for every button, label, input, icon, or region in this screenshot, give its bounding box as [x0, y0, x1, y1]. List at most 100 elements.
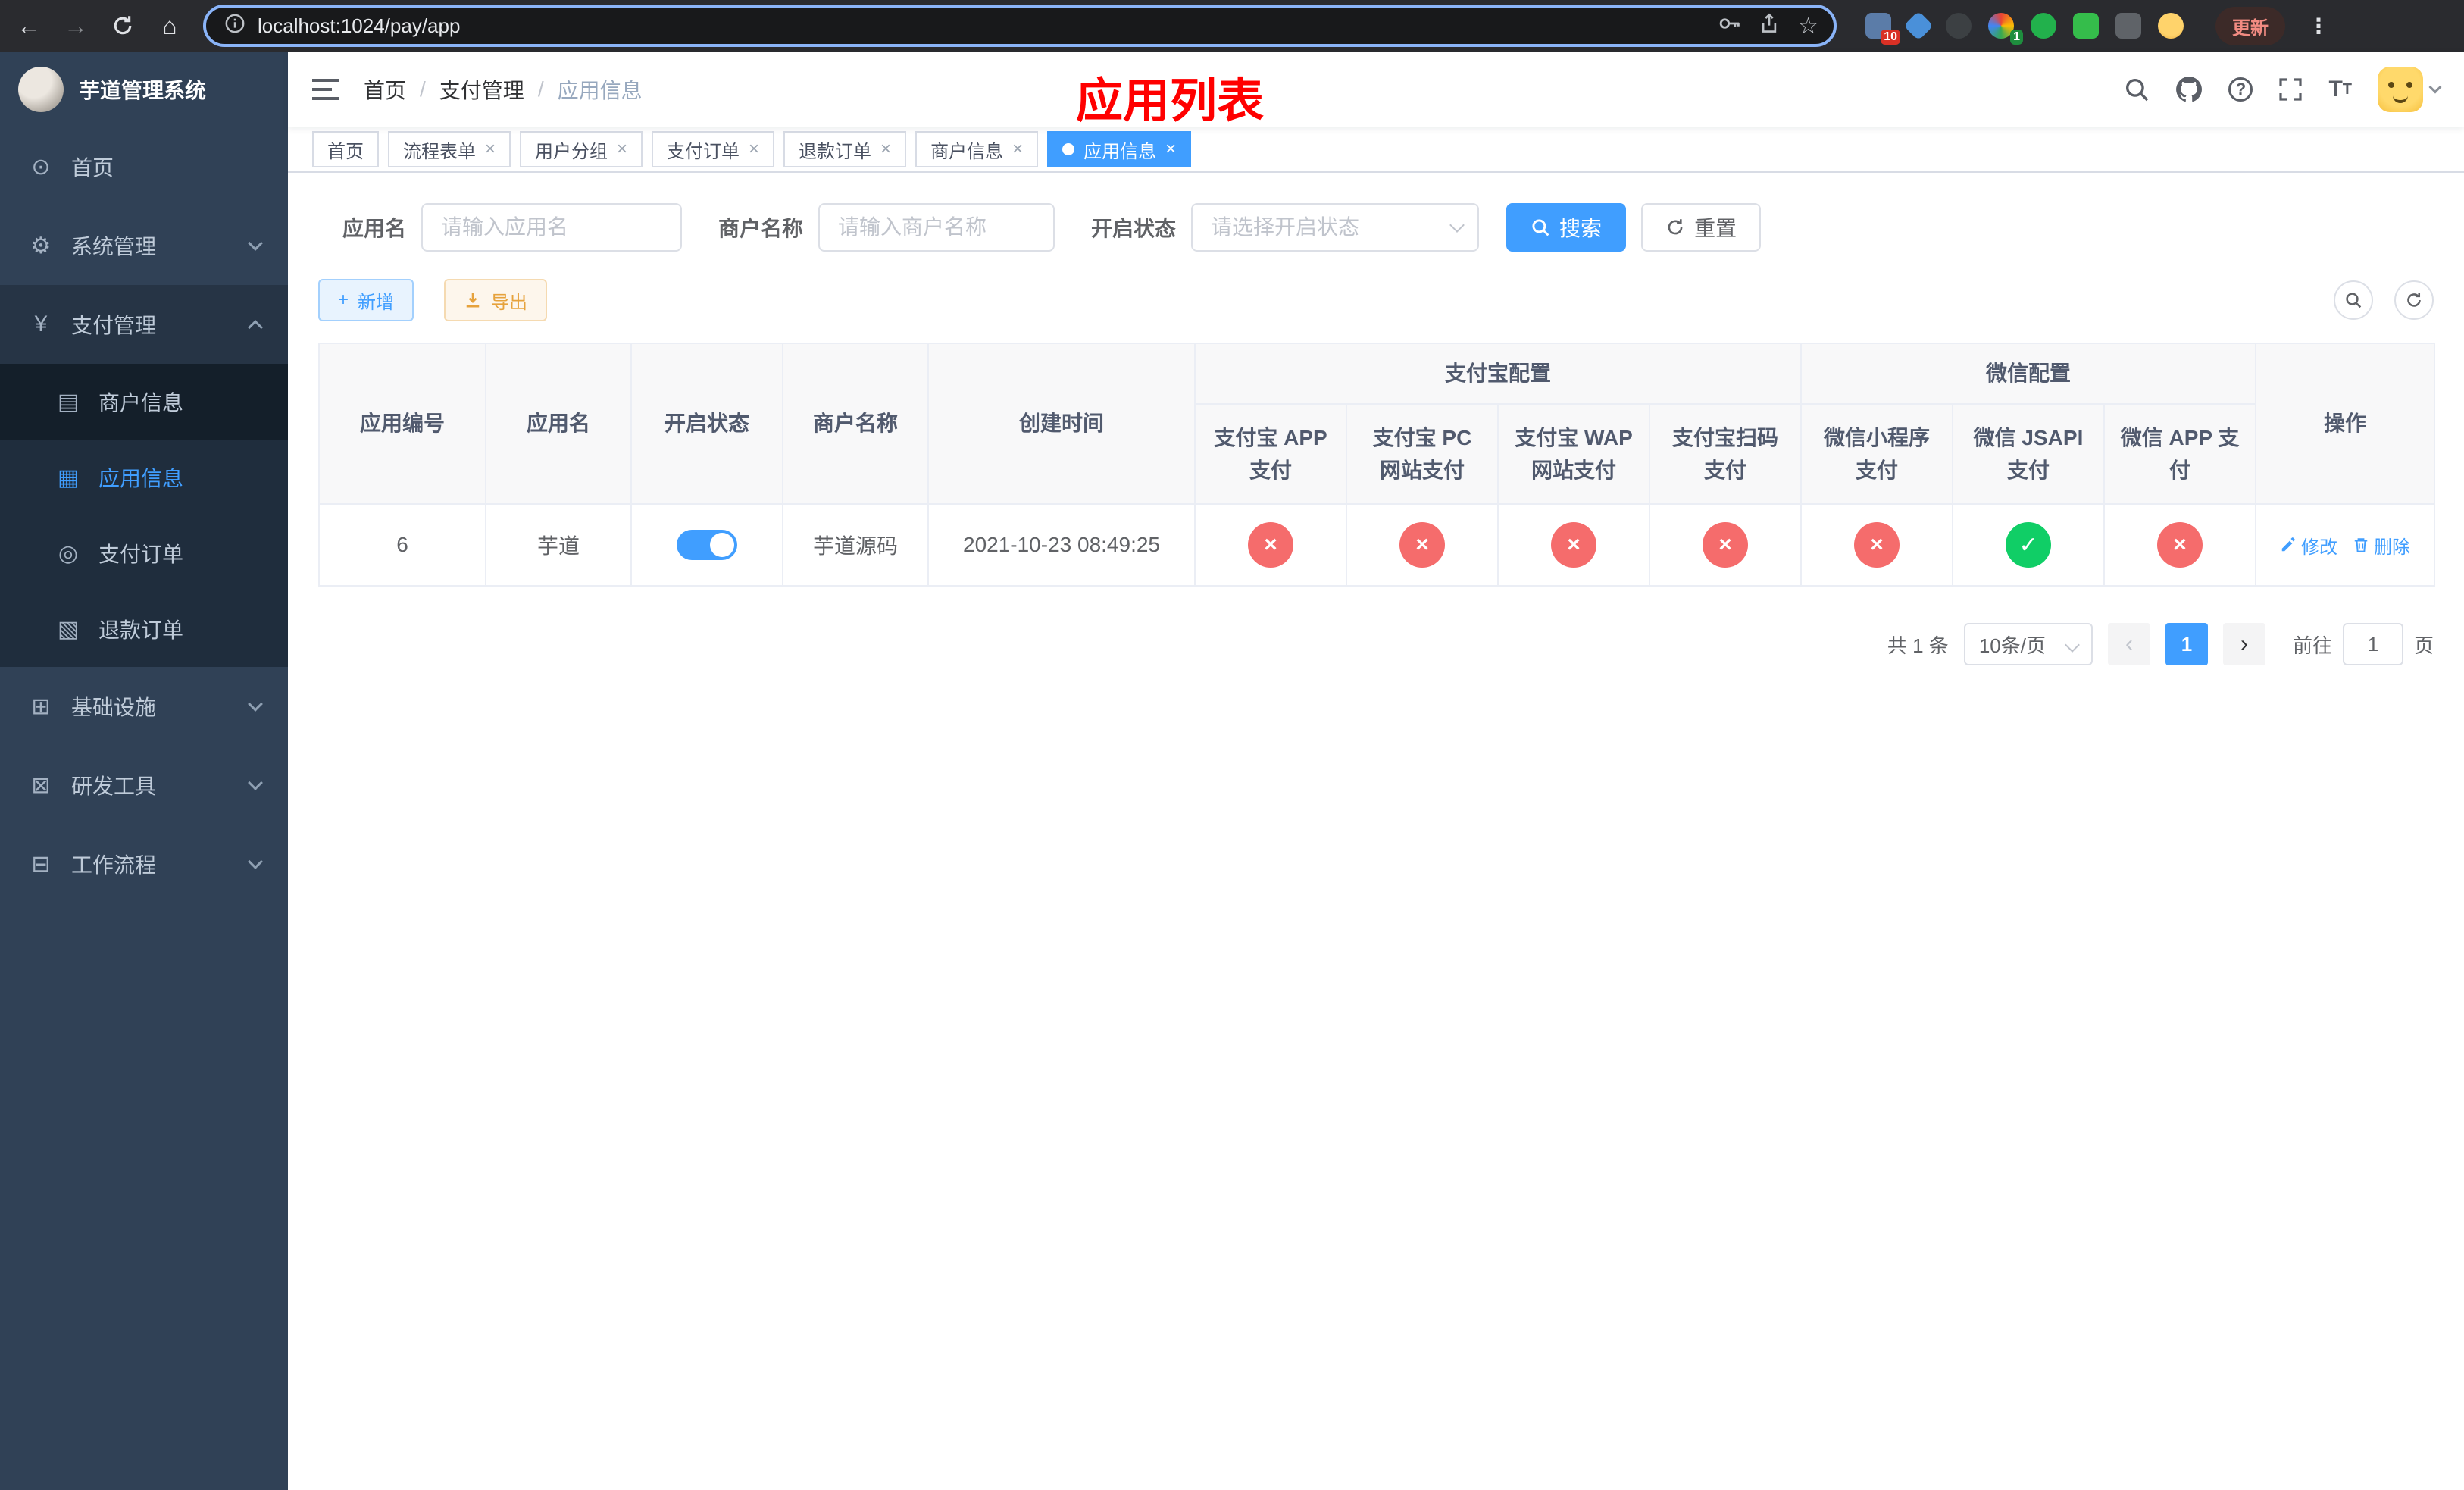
- sidebar-item-payment[interactable]: ¥ 支付管理: [0, 285, 288, 364]
- page-annotation-title: 应用列表: [1076, 75, 1265, 127]
- sidebar-item-label: 商户信息: [98, 391, 184, 415]
- goto-page-input[interactable]: [2342, 623, 2403, 665]
- sidebar-item-system[interactable]: ⚙ 系统管理: [0, 206, 288, 285]
- tab-app-info[interactable]: 应用信息 ×: [1047, 131, 1192, 167]
- fullscreen-icon[interactable]: [2278, 77, 2303, 102]
- merchant-name-input[interactable]: [818, 203, 1055, 252]
- close-icon[interactable]: ×: [749, 139, 759, 160]
- reload-icon[interactable]: [109, 14, 136, 37]
- sidebar-item-app-info[interactable]: ▦ 应用信息: [0, 440, 288, 515]
- help-icon[interactable]: ?: [2228, 77, 2253, 102]
- edit-pen-icon: [2281, 537, 2295, 552]
- add-button[interactable]: + 新增: [318, 279, 414, 321]
- top-navbar: 首页 / 支付管理 / 应用信息 应用列表 ? T T: [288, 52, 2464, 127]
- chevron-down-icon: [2428, 80, 2442, 94]
- browser-menu-icon[interactable]: ⋮: [2308, 14, 2329, 39]
- col-alipay-wap: 支付宝 WAP 网站支付: [1497, 403, 1650, 505]
- tab-label: 应用信息: [1083, 141, 1157, 162]
- breadcrumb-separator: /: [420, 77, 426, 101]
- close-icon[interactable]: ×: [1165, 139, 1176, 160]
- pagination: 共 1 条 10条/页 ‹ 1 › 前往 页: [318, 623, 2434, 665]
- prev-page-button[interactable]: ‹: [2107, 623, 2150, 665]
- font-size-icon[interactable]: TT: [2328, 77, 2352, 102]
- logo-avatar: [18, 67, 64, 112]
- extension-icon[interactable]: [2031, 13, 2056, 39]
- close-icon[interactable]: ×: [880, 139, 891, 160]
- page-size-select[interactable]: 10条/页: [1963, 623, 2093, 665]
- close-icon[interactable]: ×: [1012, 139, 1023, 160]
- share-icon[interactable]: [1759, 13, 1780, 39]
- page-number-1[interactable]: 1: [2165, 623, 2208, 665]
- breadcrumb-home[interactable]: 首页: [364, 74, 406, 105]
- show-search-icon[interactable]: [2334, 280, 2373, 320]
- forward-icon[interactable]: →: [62, 14, 89, 38]
- refresh-icon[interactable]: [2394, 280, 2434, 320]
- tab-pay-order[interactable]: 支付订单 ×: [652, 131, 775, 167]
- sidebar-item-home[interactable]: ⊙ 首页: [0, 127, 288, 206]
- sidebar-item-workflow[interactable]: ⊟ 工作流程: [0, 825, 288, 903]
- breadcrumb-section[interactable]: 支付管理: [439, 74, 524, 105]
- table-toolbar: + 新增 导出: [318, 279, 2434, 321]
- app-table: 应用编号 应用名 开启状态 商户名称 创建时间 支付宝配置 微信配置 操作 支付…: [318, 343, 2436, 587]
- delete-link-label: 删除: [2374, 537, 2411, 558]
- app-logo[interactable]: 芋道管理系统: [0, 52, 288, 127]
- sidebar-item-pay-order[interactable]: ◎ 支付订单: [0, 515, 288, 591]
- tab-refund-order[interactable]: 退款订单 ×: [783, 131, 907, 167]
- cell-app-name: 芋道: [485, 503, 632, 587]
- sidebar-item-label: 工作流程: [71, 853, 157, 877]
- site-info-icon[interactable]: [224, 13, 245, 39]
- collapse-sidebar-icon[interactable]: [312, 79, 339, 100]
- edit-link-label: 修改: [2301, 537, 2338, 558]
- next-page-button[interactable]: ›: [2222, 623, 2265, 665]
- disabled-status-icon: ×: [1703, 522, 1748, 568]
- app-name-input[interactable]: [421, 203, 683, 252]
- target-icon: ◎: [58, 540, 79, 566]
- export-button[interactable]: 导出: [444, 279, 548, 321]
- edit-link[interactable]: 修改: [2280, 532, 2337, 559]
- sidebar-item-refund-order[interactable]: ▧ 退款订单: [0, 591, 288, 667]
- bookmark-star-icon[interactable]: ☆: [1798, 13, 1818, 39]
- cell-wechat-jsapi: ✓: [1952, 503, 2106, 587]
- status-select[interactable]: [1191, 203, 1480, 252]
- sidebar-item-label: 支付管理: [71, 314, 157, 337]
- extension-icon[interactable]: [2115, 13, 2141, 39]
- tab-merchant-info[interactable]: 商户信息 ×: [915, 131, 1039, 167]
- extension-icon[interactable]: [1903, 11, 1934, 41]
- extension-icon[interactable]: [1946, 13, 1972, 39]
- browser-update-button[interactable]: 更新: [2215, 6, 2285, 45]
- app-name-label: 应用名: [342, 217, 407, 240]
- disabled-status-icon: ×: [1248, 522, 1293, 568]
- search-button[interactable]: 搜索: [1506, 203, 1627, 252]
- address-bar[interactable]: localhost:1024/pay/app ☆: [203, 5, 1837, 47]
- extension-icon[interactable]: 10: [1865, 13, 1900, 45]
- tab-user-group[interactable]: 用户分组 ×: [520, 131, 643, 167]
- status-toggle[interactable]: [677, 530, 737, 560]
- delete-link[interactable]: 删除: [2353, 532, 2410, 559]
- extension-icon[interactable]: [2158, 13, 2184, 39]
- close-icon[interactable]: ×: [617, 139, 627, 160]
- extension-icon[interactable]: 1: [1988, 13, 2023, 45]
- search-icon[interactable]: [2124, 77, 2150, 102]
- close-icon[interactable]: ×: [485, 139, 496, 160]
- sidebar-item-infrastructure[interactable]: ⊞ 基础设施: [0, 667, 288, 746]
- tab-label: 支付订单: [667, 141, 740, 162]
- url-text[interactable]: localhost:1024/pay/app: [258, 14, 1706, 38]
- gear-icon: ⚙: [30, 233, 52, 258]
- tab-home[interactable]: 首页: [312, 131, 379, 167]
- cell-alipay-scan: ×: [1648, 503, 1803, 587]
- tab-process-form[interactable]: 流程表单 ×: [388, 131, 511, 167]
- reset-button[interactable]: 重置: [1641, 203, 1762, 252]
- tab-label: 流程表单: [403, 141, 476, 162]
- github-icon[interactable]: [2175, 76, 2203, 103]
- back-icon[interactable]: ←: [15, 14, 42, 38]
- cell-create-time: 2021-10-23 08:49:25: [927, 503, 1196, 587]
- sidebar-item-devtools[interactable]: ⊠ 研发工具: [0, 746, 288, 825]
- col-wechat-mini: 微信小程序支付: [1800, 403, 1954, 505]
- extension-icon[interactable]: [2073, 13, 2099, 39]
- home-icon[interactable]: ⌂: [156, 14, 183, 38]
- cell-wechat-app: ×: [2103, 503, 2257, 587]
- sidebar-item-label: 应用信息: [98, 467, 184, 490]
- password-key-icon[interactable]: [1718, 12, 1740, 40]
- sidebar-item-merchant-info[interactable]: ▤ 商户信息: [0, 364, 288, 440]
- user-menu[interactable]: [2378, 67, 2442, 112]
